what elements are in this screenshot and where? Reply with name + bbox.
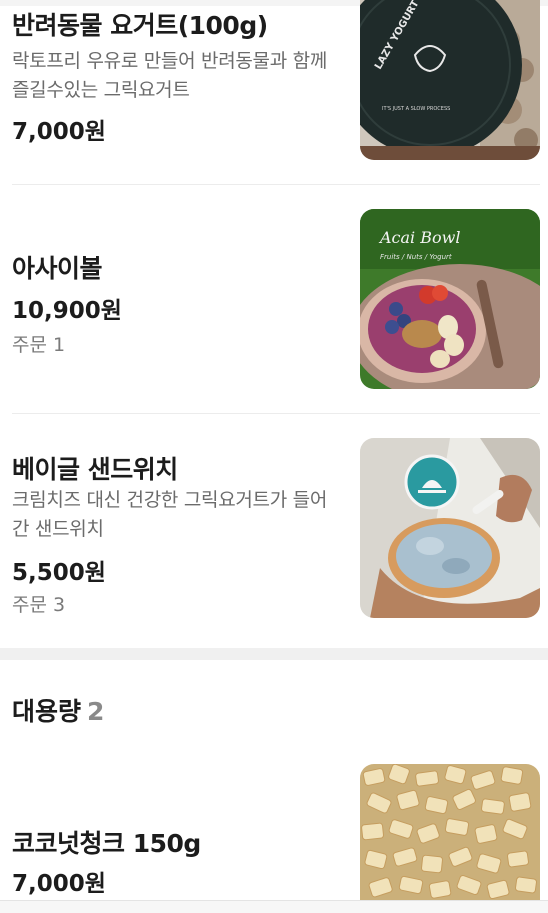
menu-item-acai-bowl[interactable]: 아사이볼 10,900원 주문 1 Acai Bowl Fruits / Nut… xyxy=(0,185,548,413)
bottom-edge xyxy=(0,900,548,913)
menu-item-image xyxy=(360,764,540,902)
menu-item-price: 10,900원 xyxy=(12,298,122,324)
menu-item-name: 아사이볼 xyxy=(12,254,103,283)
image-subtitle-text: Fruits / Nuts / Yogurt xyxy=(380,253,452,261)
section-header: 대용량 2 xyxy=(12,692,104,728)
menu-item-image xyxy=(360,438,540,618)
menu-item-bagel-sandwich[interactable]: 베이글 샌드위치 크림치즈 대신 건강한 그릭요거트가 들어간 샌드위치 5,5… xyxy=(0,414,548,648)
menu-item-name: 반려동물 요거트(100g) xyxy=(12,11,268,40)
menu-item-name: 베이글 샌드위치 xyxy=(12,455,178,484)
menu-item-price: 7,000원 xyxy=(12,119,106,145)
menu-item-price: 5,500원 xyxy=(12,560,106,586)
menu-item-pet-yogurt[interactable]: 반려동물 요거트(100g) 락토프리 우유로 만들어 반려동물과 함께 즐길수… xyxy=(0,0,548,184)
image-title-text: Acai Bowl xyxy=(378,228,460,247)
menu-item-coconut-chunk[interactable]: 코코넛청크 150g 7,000원 xyxy=(0,740,548,902)
section-separator xyxy=(0,648,548,660)
menu-item-order-count: 주문 1 xyxy=(12,334,66,356)
section-item-count: 2 xyxy=(87,697,105,726)
image-brand-subtext: IT'S JUST A SLOW PROCESS xyxy=(382,106,450,112)
section-title: 대용량 xyxy=(12,697,82,726)
menu-item-order-count: 주문 3 xyxy=(12,594,66,616)
menu-item-description: 크림치즈 대신 건강한 그릭요거트가 들어간 샌드위치 xyxy=(12,489,328,540)
menu-item-image: Acai Bowl Fruits / Nuts / Yogurt xyxy=(360,209,540,389)
menu-item-price: 7,000원 xyxy=(12,871,106,897)
menu-item-image: LAZY YOGURT IT'S JUST A SLOW PROCESS xyxy=(360,0,540,160)
menu-item-description: 락토프리 우유로 만들어 반려동물과 함께 즐길수있는 그릭요거트 xyxy=(12,50,328,101)
menu-item-name: 코코넛청크 150g xyxy=(12,829,201,858)
